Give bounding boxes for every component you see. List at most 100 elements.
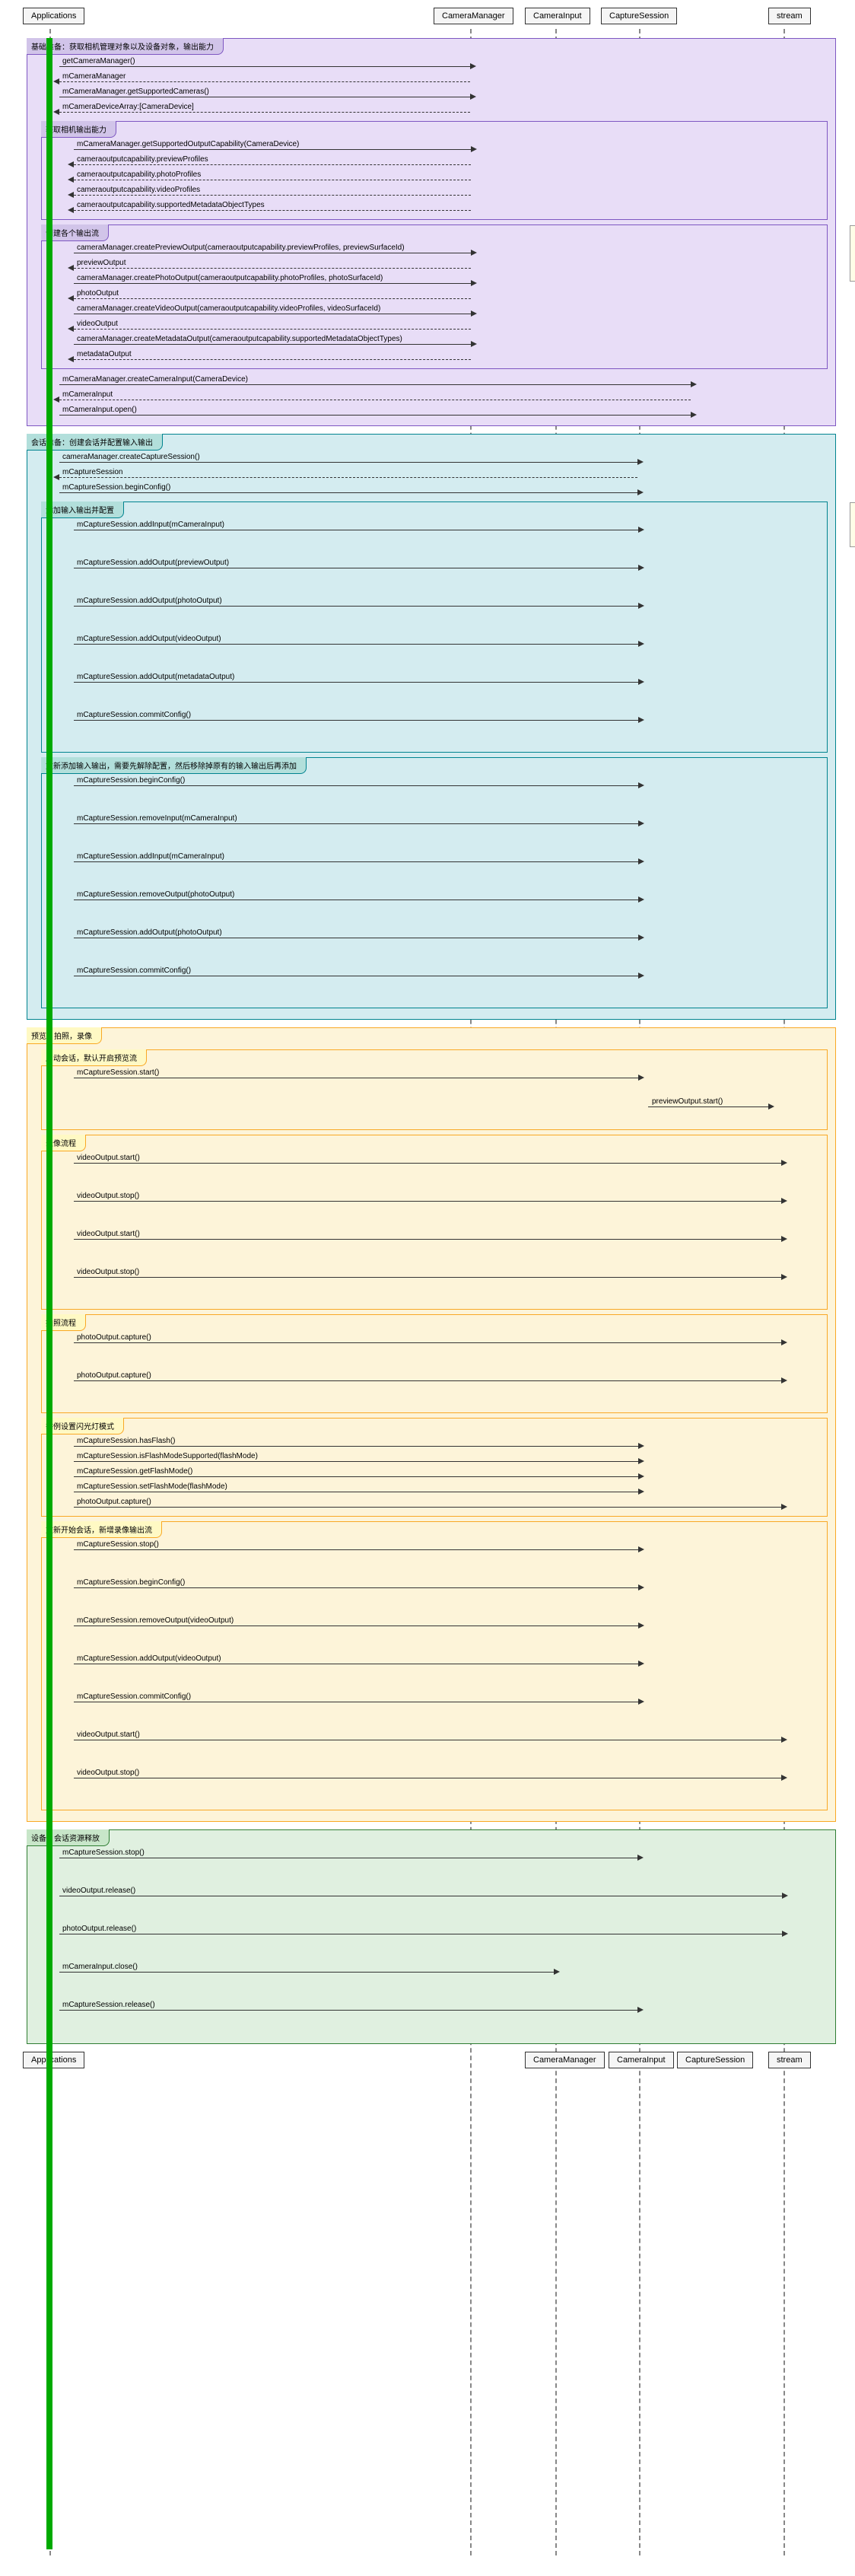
- message-label: mCaptureSession.addOutput(photoOutput): [77, 597, 222, 605]
- message-label: cameraManager.createPreviewOutput(camera…: [77, 244, 405, 252]
- message-label: metadataOutput: [77, 350, 132, 358]
- message-row: photoOutput.release(): [37, 1923, 835, 1961]
- message-label: cameraoutputcapability.videoProfiles: [77, 186, 200, 194]
- message-label: mCaptureSession.commitConfig(): [77, 966, 191, 975]
- message-label: mCaptureSession.removeOutput(photoOutput…: [77, 890, 234, 899]
- message-label: videoOutput.stop(): [77, 1268, 139, 1276]
- message-label: mCameraManager.getSupportedCameras(): [62, 88, 209, 96]
- message-row: mCaptureSession.addOutput(photoOutput): [51, 927, 827, 965]
- block-restart-session: 重新开始会话，新增录像输出流 mCaptureSession.stop() mC…: [41, 1521, 828, 1810]
- message-row: metadataOutput: [51, 349, 827, 364]
- message-row: mCaptureSession.removeInput(mCameraInput…: [51, 813, 827, 851]
- message-label: cameraManager.createVideoOutput(cameraou…: [77, 304, 380, 313]
- message-row: mCameraManager.getSupportedCameras(): [37, 86, 835, 101]
- message-label: videoOutput.stop(): [77, 1192, 139, 1200]
- block-title: 添加输入输出并配置: [41, 502, 124, 518]
- message-row: cameraoutputcapability.videoProfiles: [51, 184, 827, 199]
- message-row: photoOutput: [51, 288, 827, 303]
- block-title: 重新添加输入输出，需要先解除配置，然后移除掉原有的输入输出后再添加: [41, 757, 307, 774]
- block-output-capability: 获取相机输出能力 mCameraManager.getSupportedOutp…: [41, 121, 828, 220]
- message-label: mCameraDeviceArray:[CameraDevice]: [62, 103, 194, 111]
- message-row: cameraManager.createPreviewOutput(camera…: [51, 242, 827, 257]
- block-photo-flow: 拍照流程 photoOutput.capture() photoOutput.c…: [41, 1314, 828, 1413]
- participant-stream: stream: [768, 8, 811, 24]
- message-row: mCaptureSession.isFlashModeSupported(fla…: [51, 1450, 827, 1466]
- message-row: mCaptureSession.start(): [51, 1067, 827, 1096]
- message-label: mCaptureSession.addOutput(metadataOutput…: [77, 673, 234, 681]
- block-basic-prep: 基础准备：获取相机管理对象以及设备对象，输出能力 getCameraManage…: [27, 38, 836, 426]
- message-label: mCaptureSession.getFlashMode(): [77, 1467, 192, 1476]
- message-row: mCameraDeviceArray:[CameraDevice]: [37, 101, 835, 116]
- message-label: mCaptureSession.commitConfig(): [77, 1692, 191, 1701]
- message-label: videoOutput.start(): [77, 1230, 140, 1238]
- message-row: photoOutput.capture(): [51, 1370, 827, 1408]
- block-start-session: 启动会话，默认开启预览流 mCaptureSession.start() pre…: [41, 1049, 828, 1130]
- message-label: mCaptureSession.addOutput(videoOutput): [77, 635, 221, 643]
- message-label: mCameraInput.open(): [62, 406, 137, 414]
- message-row: mCaptureSession.addOutput(metadataOutput…: [51, 671, 827, 709]
- message-label: mCaptureSession.addOutput(photoOutput): [77, 928, 222, 937]
- message-label: photoOutput: [77, 289, 119, 298]
- message-label: photoOutput.release(): [62, 1925, 136, 1933]
- participants-top: Applications CameraManager CameraInput C…: [8, 8, 847, 29]
- message-row: previewOutput: [51, 257, 827, 272]
- message-row: mCaptureSession.beginConfig(): [51, 1577, 827, 1615]
- message-row: mCameraInput: [37, 389, 835, 404]
- message-label: mCaptureSession.stop(): [77, 1540, 159, 1549]
- message-row: mCaptureSession.stop(): [51, 1539, 827, 1577]
- message-label: videoOutput: [77, 320, 118, 328]
- block-title: 启动会话，默认开启预览流: [41, 1049, 147, 1066]
- message-row: mCaptureSession.addInput(mCameraInput): [51, 519, 827, 557]
- message-row: cameraManager.createCaptureSession(): [37, 451, 835, 466]
- message-label: mCameraManager.createCameraInput(CameraD…: [62, 375, 248, 384]
- message-label: photoOutput.capture(): [77, 1498, 151, 1506]
- message-label: cameraManager.createCaptureSession(): [62, 453, 200, 461]
- block-preview-photo-video: 预览，拍照，录像 启动会话，默认开启预览流 mCaptureSession.st…: [27, 1027, 836, 1822]
- note: 可以不全创建，只创建双流 预览+拍照、 预览+录像: [850, 225, 855, 282]
- block-reconfig-io: 重新添加输入输出，需要先解除配置，然后移除掉原有的输入输出后再添加 mCaptu…: [41, 757, 828, 1008]
- block-title: 设备，会话资源释放: [27, 1829, 110, 1846]
- message-label: previewOutput.start(): [652, 1097, 723, 1106]
- message-label: mCameraInput.close(): [62, 1963, 138, 1971]
- message-row: previewOutput.start(): [51, 1096, 827, 1125]
- message-label: cameraoutputcapability.previewProfiles: [77, 155, 208, 164]
- message-row: mCaptureSession.release(): [37, 1999, 835, 2037]
- message-label: mCameraManager: [62, 72, 126, 81]
- message-label: mCaptureSession: [62, 468, 122, 476]
- message-row: mCaptureSession.stop(): [37, 1847, 835, 1885]
- message-row: mCaptureSession.addInput(mCameraInput): [51, 851, 827, 889]
- block-release: 设备，会话资源释放 mCaptureSession.stop() videoOu…: [27, 1829, 836, 2044]
- message-label: mCameraManager.getSupportedOutputCapabil…: [77, 140, 299, 148]
- message-row: videoOutput.start(): [51, 1152, 827, 1190]
- message-row: cameraoutputcapability.previewProfiles: [51, 154, 827, 169]
- message-label: mCaptureSession.commitConfig(): [77, 711, 191, 719]
- participant-stream: stream: [768, 2052, 811, 2068]
- message-label: cameraManager.createMetadataOutput(camer…: [77, 335, 402, 343]
- message-label: photoOutput.capture(): [77, 1371, 151, 1380]
- message-row: cameraManager.createPhotoOutput(cameraou…: [51, 272, 827, 288]
- message-label: mCaptureSession.release(): [62, 2001, 155, 2009]
- message-row: mCaptureSession.addOutput(previewOutput): [51, 557, 827, 595]
- participant-capturesession: CaptureSession: [601, 8, 677, 24]
- message-row: cameraManager.createMetadataOutput(camer…: [51, 333, 827, 349]
- block-title: 基础准备：获取相机管理对象以及设备对象，输出能力: [27, 38, 224, 55]
- message-row: mCaptureSession.commitConfig(): [51, 709, 827, 747]
- participants-bottom: Applications CameraManager CameraManager…: [8, 2052, 847, 2073]
- message-row: mCaptureSession.hasFlash(): [51, 1435, 827, 1450]
- message-label: mCameraInput: [62, 390, 113, 399]
- message-row: mCameraInput.close(): [37, 1961, 835, 1999]
- message-row: mCaptureSession.addOutput(videoOutput): [51, 633, 827, 671]
- participant-camerainput: CameraInput: [609, 2052, 674, 2068]
- message-row: cameraoutputcapability.photoProfiles: [51, 169, 827, 184]
- message-label: mCaptureSession.addInput(mCameraInput): [77, 521, 224, 529]
- message-label: videoOutput.start(): [77, 1731, 140, 1739]
- block-record-flow: 录像流程 videoOutput.start() videoOutput.sto…: [41, 1135, 828, 1310]
- block-title: 举例设置闪光灯模式: [41, 1418, 124, 1434]
- message-row: mCameraInput.open(): [37, 404, 835, 419]
- message-row: photoOutput.capture(): [51, 1496, 827, 1511]
- message-row: mCaptureSession.removeOutput(photoOutput…: [51, 889, 827, 927]
- participant-applications: Applications: [23, 2052, 84, 2068]
- message-label: previewOutput: [77, 259, 126, 267]
- message-row: mCaptureSession: [37, 466, 835, 482]
- participant-capturesession: CaptureSession: [677, 2052, 753, 2068]
